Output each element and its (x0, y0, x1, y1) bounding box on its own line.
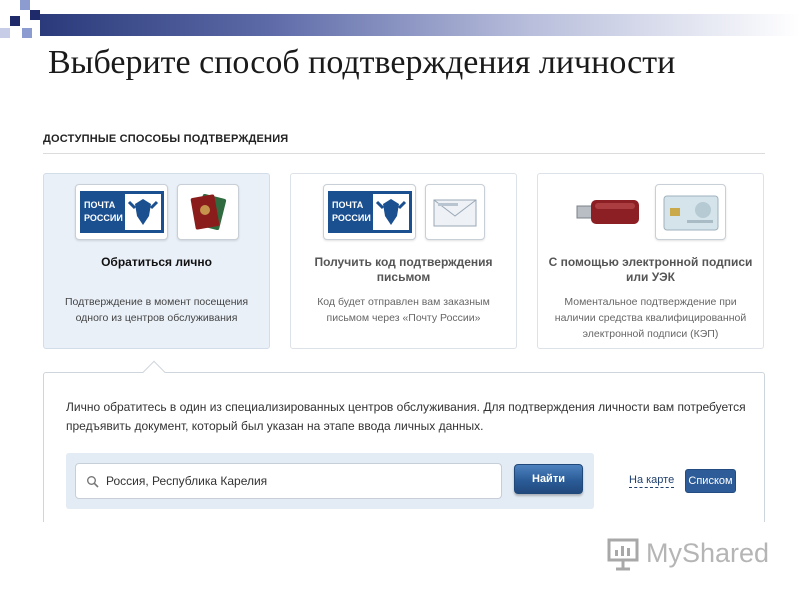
passport-icon (177, 184, 239, 240)
option-card-by-letter[interactable]: ПОЧТА РОССИИ Получить код подтверждения … (290, 173, 517, 349)
presentation-icon (607, 538, 639, 571)
pochta-rossii-logo-icon: ПОЧТА РОССИИ (323, 184, 416, 240)
section-title: ДОСТУПНЫЕ СПОСОБЫ ПОДТВЕРЖДЕНИЯ (43, 133, 289, 145)
card-title: Обратиться лично (101, 255, 212, 269)
card-description: Подтверждение в момент посещения одного … (64, 296, 249, 324)
uek-card-icon (655, 184, 726, 240)
envelope-icon (425, 184, 485, 240)
option-card-in-person[interactable]: ПОЧТА РОССИИ Обратиться лично Подтвержде… (43, 173, 270, 349)
card-description: Моментальное подтверждение при наличии с… (554, 296, 747, 340)
search-field[interactable] (75, 463, 502, 499)
detail-panel: Лично обратитесь в один из специализиров… (43, 372, 765, 522)
card-description: Код будет отправлен вам заказным письмом… (317, 296, 490, 324)
detail-instructions: Лично обратитесь в один из специализиров… (66, 400, 746, 433)
list-view-button[interactable]: Списком (685, 469, 736, 493)
search-panel: Найти (66, 453, 594, 509)
option-card-e-signature[interactable]: С помощью электронной подписи или УЭК Мо… (537, 173, 764, 349)
watermark: MyShared (606, 536, 770, 574)
usb-token-icon (573, 184, 646, 240)
svg-text:ПОЧТА: ПОЧТА (332, 200, 364, 210)
search-input[interactable] (106, 464, 496, 498)
slide-header-bar (40, 14, 800, 36)
map-view-link[interactable]: На карте (629, 474, 675, 488)
slide-title: Выберите способ подтверждения личности (48, 44, 676, 81)
watermark-text: MyShared (646, 538, 770, 568)
pochta-rossii-logo-icon: ПОЧТА РОССИИ (75, 184, 168, 240)
find-button[interactable]: Найти (514, 464, 583, 494)
card-title: С помощью электронной подписи или УЭК (548, 255, 753, 284)
search-icon (87, 476, 99, 488)
svg-text:ПОЧТА: ПОЧТА (84, 200, 116, 210)
card-title: Получить код подтверждения письмом (314, 255, 493, 284)
svg-text:РОССИИ: РОССИИ (84, 213, 123, 223)
section-divider (43, 153, 765, 154)
svg-text:РОССИИ: РОССИИ (332, 213, 371, 223)
